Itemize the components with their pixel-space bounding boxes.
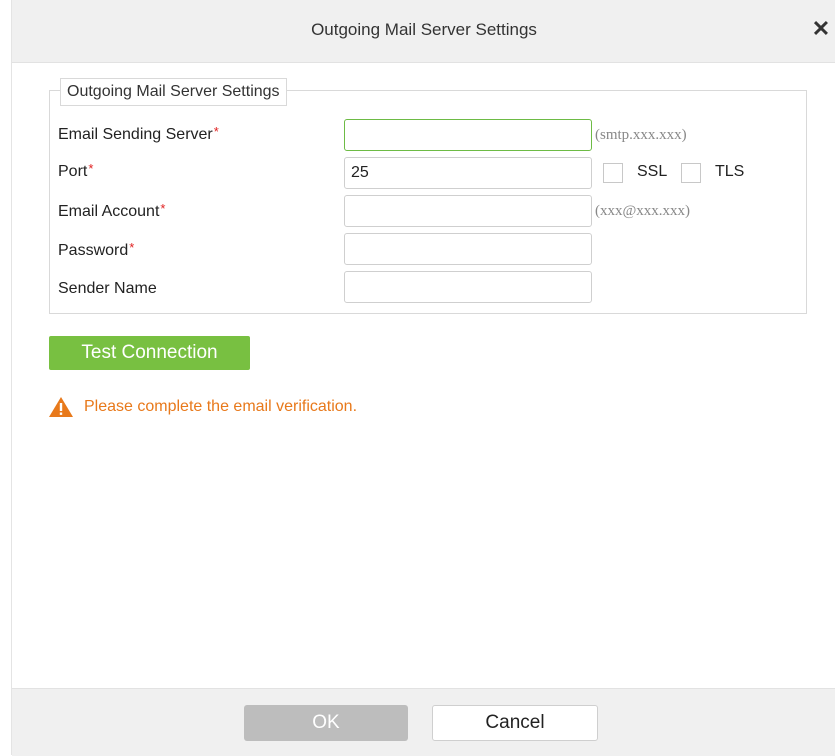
server-label: Email Sending Server* (58, 124, 219, 143)
ok-button[interactable]: OK (244, 705, 408, 741)
password-label: Password* (58, 240, 135, 259)
required-marker: * (213, 124, 219, 139)
required-marker: * (160, 201, 166, 216)
account-label: Email Account* (58, 201, 166, 220)
password-input[interactable] (344, 233, 592, 265)
tls-label: TLS (715, 163, 745, 180)
ssl-label: SSL (637, 163, 668, 180)
required-marker: * (129, 240, 135, 255)
warning-triangle-icon (49, 397, 73, 417)
email-sending-server-input[interactable] (344, 119, 592, 151)
warning-text: Please complete the email verification. (84, 398, 358, 415)
server-hint: (smtp.xxx.xxx) (595, 127, 687, 143)
account-hint: (xxx@xxx.xxx) (595, 203, 691, 219)
cancel-button[interactable]: Cancel (432, 705, 598, 741)
dialog-footer: OK Cancel (12, 688, 835, 756)
dialog-titlebar: Outgoing Mail Server Settings ✕ (12, 0, 835, 63)
email-account-input[interactable] (344, 195, 592, 227)
mail-settings-dialog: Outgoing Mail Server Settings ✕ Outgoing… (11, 0, 835, 756)
required-marker: * (88, 161, 94, 176)
dialog-title: Outgoing Mail Server Settings (311, 20, 537, 39)
port-input[interactable] (344, 157, 592, 189)
port-label: Port* (58, 161, 94, 180)
sender-name-input[interactable] (344, 271, 592, 303)
test-connection-button[interactable]: Test Connection (49, 336, 250, 370)
fieldset-legend: Outgoing Mail Server Settings (60, 78, 287, 106)
close-icon[interactable]: ✕ (806, 14, 835, 44)
tls-checkbox[interactable] (681, 163, 701, 183)
ssl-checkbox[interactable] (603, 163, 623, 183)
sender-name-label: Sender Name (58, 280, 157, 297)
